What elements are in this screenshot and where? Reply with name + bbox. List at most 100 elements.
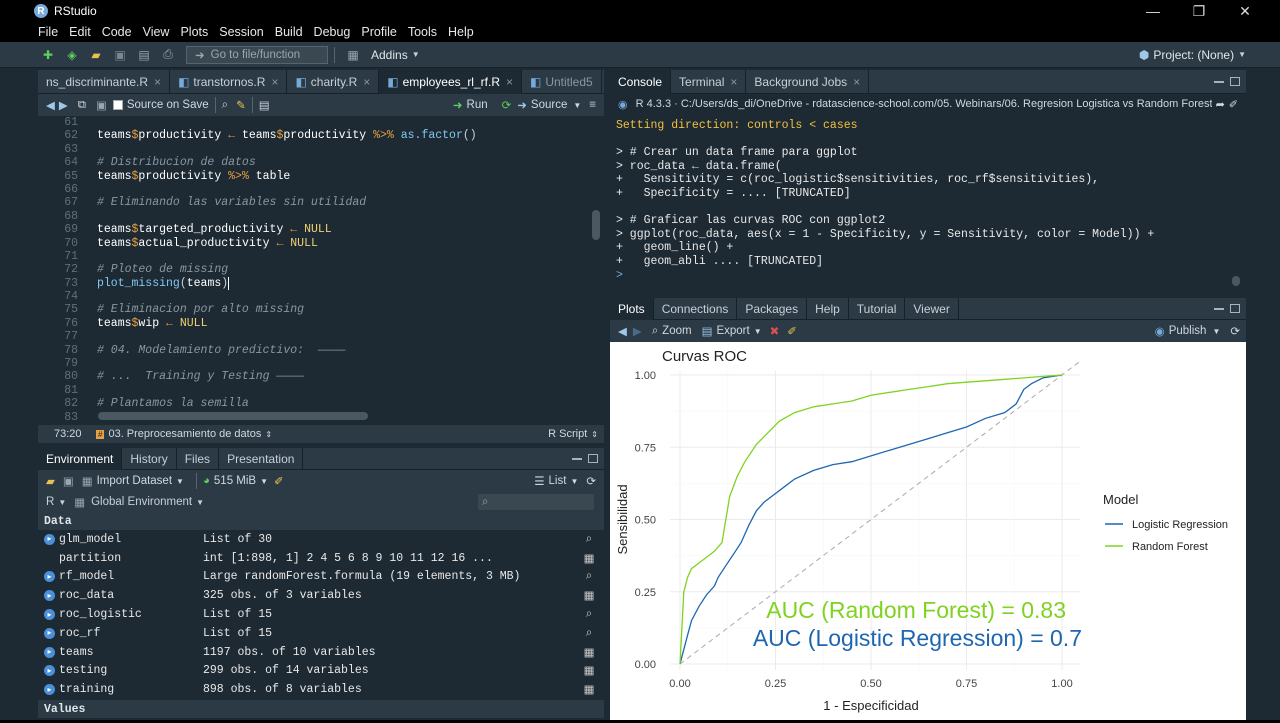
tab-console[interactable]: Console [610, 69, 672, 94]
previous-plot-icon[interactable]: ◀ [618, 324, 627, 338]
show-in-window-icon[interactable]: ⧉ [78, 99, 86, 112]
view-search-icon[interactable]: ⌕ [574, 608, 604, 621]
load-workspace-icon[interactable]: ▰ [46, 474, 55, 488]
menu-help[interactable]: Help [442, 25, 479, 39]
menu-session[interactable]: Session [213, 25, 268, 39]
save-icon[interactable]: ▣ [111, 47, 129, 63]
close-tab-icon[interactable]: × [154, 75, 161, 89]
expand-icon[interactable]: ▸ [44, 684, 55, 696]
menu-plots[interactable]: Plots [174, 25, 213, 39]
save-file-icon[interactable]: ▣ [96, 98, 107, 112]
tab-background-jobs[interactable]: Background Jobs × [746, 69, 870, 94]
expand-icon[interactable]: ▸ [44, 533, 55, 545]
close-tab-icon[interactable]: × [271, 75, 278, 89]
env-search-input[interactable]: ⌕ [478, 494, 594, 510]
menu-profile[interactable]: Profile [355, 25, 401, 39]
file-type-menu[interactable]: R Script [548, 428, 587, 440]
clear-console-icon[interactable]: ✐ [1229, 98, 1238, 111]
global-env-chevron-icon[interactable]: ▼ [196, 498, 204, 507]
back-icon[interactable]: ◀ [46, 98, 55, 112]
project-menu[interactable]: Project: (None) [1153, 48, 1234, 62]
maximize-pane-icon[interactable] [1230, 304, 1240, 313]
close-tab-icon[interactable]: × [506, 75, 513, 89]
minimize-pane-icon[interactable] [572, 457, 582, 460]
print-icon[interactable]: ⎙ [159, 47, 177, 63]
close-tab-icon[interactable]: × [730, 75, 737, 89]
language-menu[interactable]: R [46, 496, 54, 508]
tab-help[interactable]: Help [807, 297, 849, 320]
menu-debug[interactable]: Debug [308, 25, 356, 39]
view-grid-icon[interactable]: ▦ [574, 588, 604, 603]
source-chevron-icon[interactable]: ▼ [573, 101, 581, 110]
code-tools-icon[interactable]: ✎ [236, 98, 246, 112]
file-type-chevron-icon[interactable]: ⇕ [591, 430, 598, 439]
next-plot-icon[interactable]: ▶ [633, 324, 642, 338]
tab-viewer[interactable]: Viewer [905, 297, 959, 320]
tab-files[interactable]: Files [177, 447, 220, 470]
tab-terminal[interactable]: Terminal × [671, 69, 747, 94]
import-dataset-button[interactable]: Import Dataset [97, 475, 172, 487]
global-env-menu[interactable]: Global Environment [91, 496, 192, 508]
tab-untitled5[interactable]: ◧ Untitled5 [522, 69, 602, 94]
export-chevron-icon[interactable]: ▼ [754, 327, 762, 336]
minimize-pane-icon[interactable] [1214, 80, 1224, 83]
expand-icon[interactable]: ▸ [44, 590, 55, 602]
expand-icon[interactable]: ▸ [44, 646, 55, 658]
view-mode-menu[interactable]: List [549, 475, 567, 487]
env-row[interactable]: ▸ glm_model List of 30 ⌕ [38, 530, 604, 549]
import-chevron-icon[interactable]: ▼ [176, 477, 184, 486]
tab-connections[interactable]: Connections [654, 297, 738, 320]
menu-edit[interactable]: Edit [63, 25, 96, 39]
clear-plots-icon[interactable]: ✐ [787, 324, 797, 338]
menu-tools[interactable]: Tools [402, 25, 442, 39]
menu-view[interactable]: View [137, 25, 175, 39]
tab-transtornos[interactable]: ◧ transtornos.R × [170, 69, 288, 94]
view-grid-icon[interactable]: ▦ [574, 682, 604, 697]
maximize-pane-icon[interactable] [588, 454, 598, 463]
addins-menu[interactable]: Addins [371, 48, 408, 62]
remove-plot-icon[interactable]: ✖ [770, 324, 780, 338]
maximize-pane-icon[interactable] [1230, 77, 1240, 86]
expand-icon[interactable]: ▸ [44, 609, 55, 621]
run-button[interactable]: Run [467, 99, 488, 111]
tab-ns-discriminante[interactable]: ns_discriminante.R × [38, 69, 171, 94]
tab-tutorial[interactable]: Tutorial [849, 297, 906, 320]
publish-chevron-icon[interactable]: ▼ [1212, 327, 1220, 336]
console-output[interactable]: Setting direction: controls < cases > # C… [616, 119, 1226, 287]
menu-code[interactable]: Code [96, 25, 137, 39]
tab-history[interactable]: History [122, 447, 177, 470]
new-project-icon[interactable]: ◈ [63, 47, 81, 63]
close-button[interactable]: ✕ [1222, 3, 1268, 20]
env-row[interactable]: ▸ roc_logistic List of 15 ⌕ [38, 605, 604, 624]
open-file-icon[interactable]: ▰ [87, 47, 105, 63]
minimize-button[interactable]: — [1130, 3, 1176, 19]
env-row[interactable]: ▸ teams 1197 obs. of 10 variables ▦ [38, 643, 604, 662]
section-chevron-icon[interactable]: ⇕ [265, 430, 272, 439]
menu-build[interactable]: Build [269, 25, 308, 39]
expand-icon[interactable]: ▸ [44, 627, 55, 639]
expand-icon[interactable]: ▸ [44, 665, 55, 677]
menu-file[interactable]: File [32, 25, 63, 39]
tab-packages[interactable]: Packages [737, 297, 808, 320]
view-chevron-icon[interactable]: ▼ [570, 477, 578, 486]
console-scrollbar[interactable] [1232, 276, 1240, 286]
tab-environment[interactable]: Environment [38, 447, 123, 470]
save-workspace-icon[interactable]: ▣ [63, 474, 74, 488]
view-search-icon[interactable]: ⌕ [574, 570, 604, 583]
open-dir-icon[interactable]: ➦ [1216, 98, 1225, 111]
outline-icon[interactable]: ≡ [589, 99, 596, 111]
env-row[interactable]: ▸ training 898 obs. of 8 variables ▦ [38, 680, 604, 699]
export-button[interactable]: Export [716, 325, 749, 337]
tab-plots[interactable]: Plots [610, 297, 654, 320]
minimize-pane-icon[interactable] [1214, 307, 1224, 310]
save-all-icon[interactable]: ▤ [135, 47, 153, 63]
refresh-icon[interactable]: ⟳ [586, 474, 596, 488]
close-tab-icon[interactable]: × [853, 75, 860, 89]
zoom-button[interactable]: Zoom [662, 325, 691, 337]
tab-charity[interactable]: ◧ charity.R × [287, 69, 380, 94]
env-row[interactable]: ▸ roc_rf List of 15 ⌕ [38, 624, 604, 643]
compile-report-icon[interactable]: ▤ [259, 98, 270, 112]
view-search-icon[interactable]: ⌕ [574, 627, 604, 640]
vertical-scrollbar[interactable] [592, 210, 600, 240]
goto-file-input[interactable]: ➜ Go to file/function [186, 45, 328, 64]
